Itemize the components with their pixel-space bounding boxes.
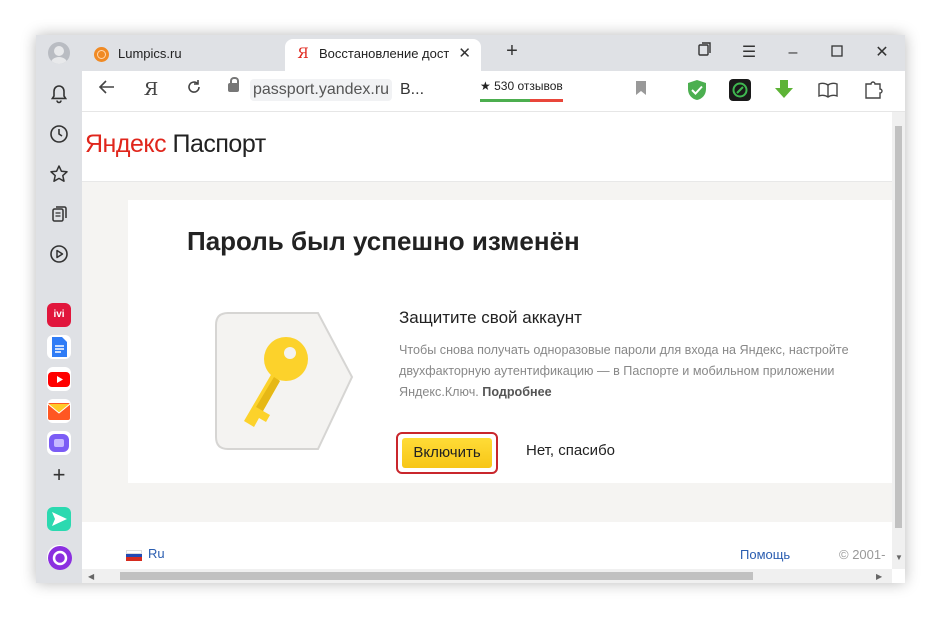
download-extension-icon[interactable] — [773, 79, 795, 101]
no-thanks-link[interactable]: Нет, спасибо — [526, 439, 615, 463]
profile-avatar[interactable] — [48, 42, 70, 64]
minimize-icon[interactable]: – — [781, 41, 805, 65]
history-clock-icon[interactable] — [47, 124, 71, 148]
circle-extension-icon[interactable] — [729, 79, 751, 101]
telemost-app-icon[interactable] — [47, 507, 71, 531]
play-video-icon[interactable] — [47, 244, 71, 268]
puzzle-extension-icon[interactable] — [862, 79, 884, 101]
yandex-favicon-icon: Я — [297, 46, 309, 62]
scroll-left-arrow-icon[interactable]: ◀ — [88, 572, 94, 581]
page-background: Пароль был успешно изменён Защитите свой… — [82, 182, 892, 522]
horizontal-scroll-thumb[interactable] — [120, 572, 753, 580]
new-tab-button[interactable]: + — [501, 41, 523, 63]
scroll-right-arrow-icon[interactable]: ▶ — [876, 572, 882, 581]
mail-app-icon[interactable] — [47, 399, 71, 423]
page-title: Пароль был успешно изменён — [187, 226, 580, 256]
address-page-title[interactable]: В... — [400, 79, 424, 101]
help-link[interactable]: Помощь — [740, 547, 790, 562]
collections-icon[interactable] — [47, 204, 71, 228]
youtube-app-icon[interactable] — [47, 367, 71, 391]
maximize-icon[interactable] — [825, 41, 849, 65]
two-factor-description: Чтобы снова получать одноразовые пароли … — [399, 340, 879, 403]
vertical-scrollbar[interactable]: ▼ — [892, 112, 905, 569]
tab-title: Восстановление досту — [319, 46, 449, 61]
sidebar: ivi + — [36, 35, 82, 583]
page-header: Яндекс Паспорт — [82, 112, 892, 182]
protect-account-heading: Защитите свой аккаунт — [399, 308, 582, 327]
menu-icon[interactable]: ☰ — [737, 41, 761, 65]
reviews-badge[interactable]: ★ 530 отзывов — [480, 78, 563, 102]
bookmarks-star-icon[interactable] — [47, 164, 71, 188]
lumpics-favicon-icon — [94, 47, 109, 62]
docs-app-icon[interactable] — [47, 335, 71, 359]
tabs-overview-icon[interactable] — [693, 41, 717, 65]
vertical-scroll-thumb[interactable] — [895, 126, 902, 528]
enable-button-highlight: Включить — [396, 432, 498, 474]
back-arrow-icon[interactable] — [95, 78, 119, 102]
yandex-passport-logo[interactable]: Яндекс Паспорт — [85, 130, 266, 159]
key-illustration-icon — [214, 311, 354, 453]
yandex-home-button[interactable]: Я — [139, 78, 163, 102]
close-tab-icon[interactable]: ✕ — [458, 39, 471, 69]
address-domain[interactable]: passport.yandex.ru — [250, 79, 393, 101]
success-card: Пароль был успешно изменён Защитите свой… — [128, 200, 892, 483]
rating-bar — [480, 99, 563, 102]
tab-lumpics[interactable]: Lumpics.ru — [84, 39, 280, 71]
logo-yandex: Яндекс — [85, 130, 167, 158]
enable-button[interactable]: Включить — [402, 438, 492, 468]
browser-window: ivi + Lumpics.ru Я Восстановление досту … — [36, 35, 905, 583]
reader-book-icon[interactable] — [817, 79, 839, 101]
bell-icon[interactable] — [47, 84, 71, 108]
more-link[interactable]: Подробнее — [482, 385, 551, 399]
tab-title: Lumpics.ru — [118, 46, 182, 61]
add-app-icon[interactable]: + — [47, 463, 71, 487]
tab-password-recovery[interactable]: Я Восстановление досту ✕ — [285, 39, 481, 71]
close-window-icon[interactable]: ✕ — [870, 41, 894, 65]
logo-passport: Паспорт — [166, 130, 267, 158]
reload-icon[interactable] — [182, 78, 206, 102]
russian-flag-icon — [126, 550, 142, 561]
ivi-app-icon[interactable]: ivi — [47, 303, 71, 327]
reviews-count: ★ 530 отзывов — [480, 79, 563, 93]
alice-assistant-icon[interactable] — [47, 545, 72, 570]
messenger-app-icon[interactable] — [47, 431, 71, 455]
page-content: Яндекс Паспорт Пароль был успешно изменё… — [82, 112, 892, 569]
scroll-down-arrow-icon[interactable]: ▼ — [895, 553, 903, 562]
adguard-extension-icon[interactable] — [686, 79, 708, 101]
horizontal-scrollbar[interactable]: ◀ ▶ — [82, 569, 892, 583]
bookmark-icon[interactable] — [629, 78, 653, 102]
description-text: Чтобы снова получать одноразовые пароли … — [399, 343, 849, 399]
copyright-text: © 2001- — [839, 547, 886, 562]
language-switcher[interactable]: Ru — [148, 546, 165, 561]
page-footer: Ru Помощь © 2001- — [82, 522, 892, 569]
lock-icon — [228, 77, 239, 92]
browser-toolbar: Я passport.yandex.ru В... ★ 530 отзывов — [82, 71, 905, 112]
